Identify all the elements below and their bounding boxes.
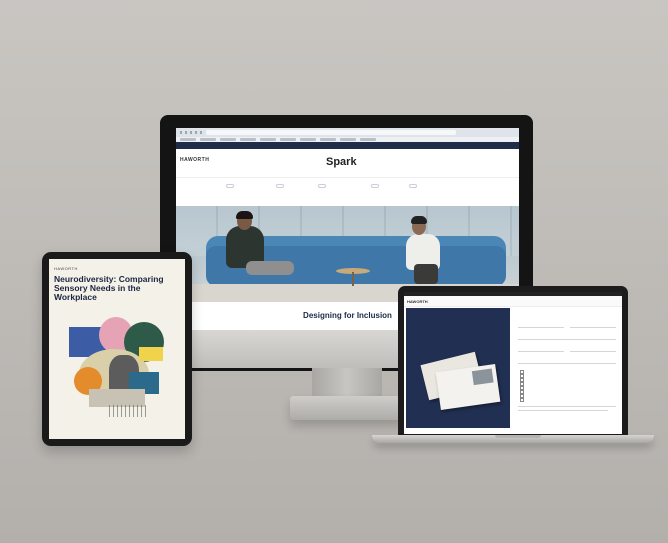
bookmark-item[interactable] xyxy=(280,138,296,141)
consent-text xyxy=(518,410,608,411)
window-controls-icon[interactable] xyxy=(180,131,204,134)
collage-shape xyxy=(139,347,163,361)
ebook-panel xyxy=(406,308,510,428)
person-man-hair xyxy=(236,211,253,219)
last-name-input[interactable] xyxy=(570,327,616,328)
person-woman-hair xyxy=(411,216,427,224)
category-tab[interactable] xyxy=(371,184,379,188)
ebook-cover-front xyxy=(435,364,501,410)
option-checkbox[interactable] xyxy=(520,398,524,402)
bookmark-item[interactable] xyxy=(240,138,256,141)
country-select[interactable] xyxy=(570,351,616,352)
side-table-leg xyxy=(352,272,354,286)
site-utility-bar xyxy=(176,142,519,149)
collage-rays xyxy=(109,405,149,417)
person-man-legs xyxy=(246,261,294,275)
category-nav xyxy=(176,182,519,194)
tablet-brand: HAWORTH xyxy=(54,266,78,271)
ebook-photo xyxy=(471,368,494,386)
bookmark-item[interactable] xyxy=(340,138,356,141)
category-tab[interactable] xyxy=(276,184,284,188)
email-input[interactable] xyxy=(518,339,616,340)
category-tab[interactable] xyxy=(409,184,417,188)
bookmark-item[interactable] xyxy=(320,138,336,141)
bookmark-item[interactable] xyxy=(200,138,216,141)
tablet-title: Neurodiversity: Comparing Sensory Needs … xyxy=(54,274,164,302)
first-name-input[interactable] xyxy=(518,327,564,328)
monitor-stand-neck xyxy=(312,368,382,396)
laptop-brand[interactable]: HAWORTH xyxy=(407,299,428,304)
laptop-notch xyxy=(495,435,541,438)
brand-logo[interactable]: HAWORTH xyxy=(180,157,209,163)
monitor-stand-foot xyxy=(290,396,405,420)
bookmark-item[interactable] xyxy=(220,138,236,141)
collage-illustration xyxy=(69,317,169,417)
company-input[interactable] xyxy=(518,351,564,352)
address-bar[interactable] xyxy=(206,130,456,135)
person-woman-legs xyxy=(414,264,438,284)
laptop-screen: HAWORTH xyxy=(404,292,622,434)
bookmark-item[interactable] xyxy=(360,138,376,141)
category-tab[interactable] xyxy=(226,184,234,188)
laptop-site-nav xyxy=(404,296,622,307)
consent-text xyxy=(518,406,616,407)
industry-select[interactable] xyxy=(518,363,616,364)
browser-chrome xyxy=(176,128,519,137)
bookmark-item[interactable] xyxy=(260,138,276,141)
site-header: HAWORTH Spark xyxy=(176,149,519,178)
site-title[interactable]: Spark xyxy=(326,156,357,168)
tablet-screen: HAWORTH Neurodiversity: Comparing Sensor… xyxy=(49,259,185,439)
bookmark-item[interactable] xyxy=(300,138,316,141)
bookmark-item[interactable] xyxy=(180,138,196,141)
category-tab[interactable] xyxy=(318,184,326,188)
